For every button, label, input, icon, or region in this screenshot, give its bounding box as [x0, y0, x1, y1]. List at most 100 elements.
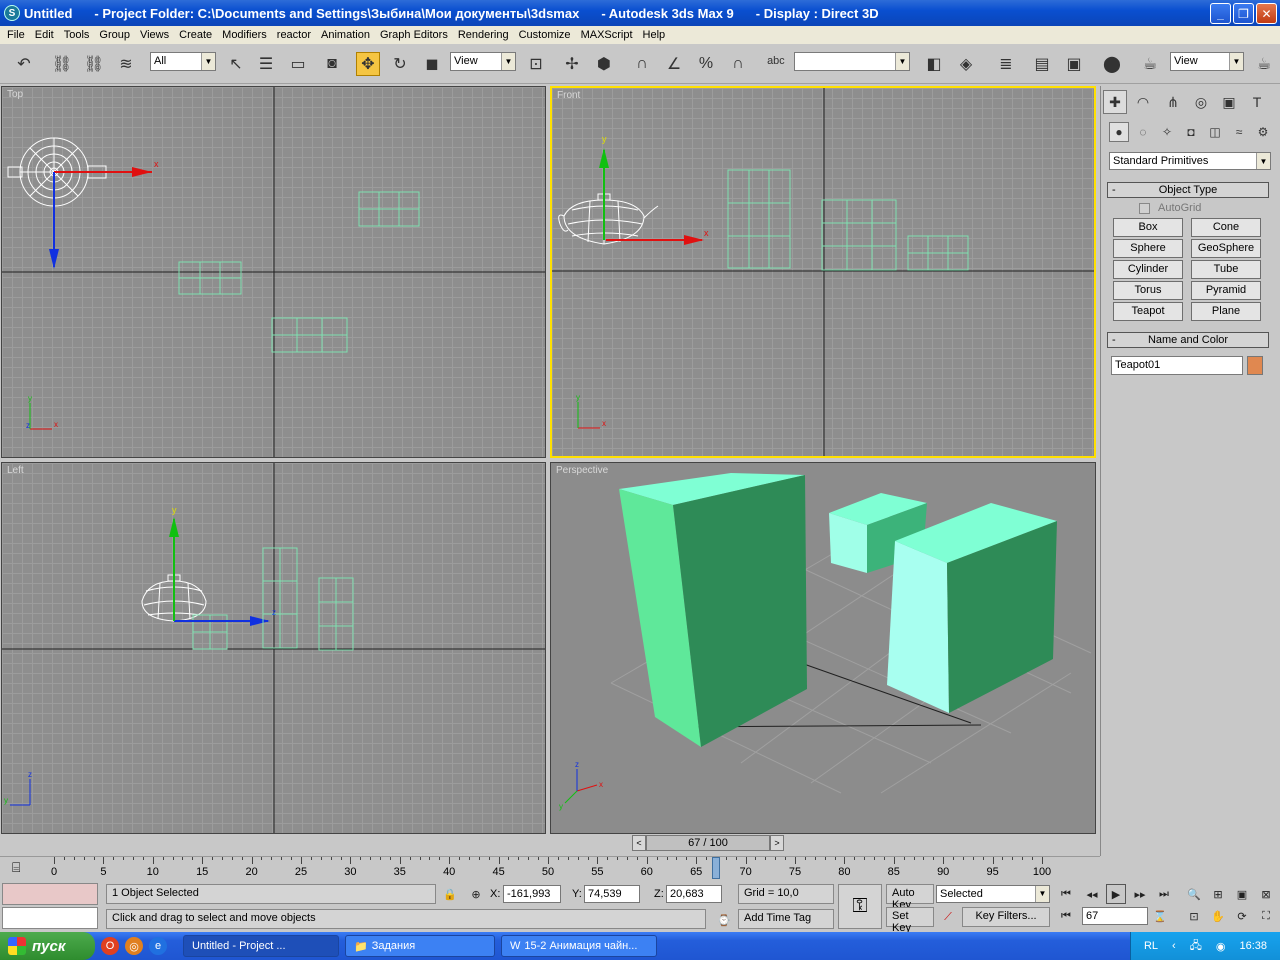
- tube-button[interactable]: Tube: [1191, 260, 1261, 279]
- minimize-button[interactable]: _: [1210, 3, 1231, 24]
- key-filters-button[interactable]: Key Filters...: [962, 907, 1050, 927]
- current-frame-field[interactable]: 67: [1082, 907, 1148, 925]
- helpers-icon[interactable]: ◫: [1205, 122, 1225, 142]
- viewport-left[interactable]: Left y z z y: [1, 462, 546, 834]
- arc-rotate-icon[interactable]: ⟳: [1232, 906, 1252, 926]
- select-by-name-icon[interactable]: ☰: [254, 52, 278, 76]
- menu-reactor[interactable]: reactor: [272, 29, 316, 41]
- menu-maxscript[interactable]: MAXScript: [576, 29, 638, 41]
- task-zadaniya[interactable]: 📁 Задания: [345, 935, 495, 957]
- autogrid-checkbox[interactable]: AutoGrid: [1139, 202, 1201, 214]
- spinner-snap-icon[interactable]: ∩: [726, 52, 750, 76]
- track-bar[interactable]: ⌸ 0 5 10 15 20 25 30 35 40 45 50 55 60 65 70 75 80 85 90 95…: [0, 856, 1100, 882]
- viewport-front[interactable]: Front x y x y: [550, 86, 1096, 458]
- undo-icon[interactable]: ↶: [12, 52, 36, 76]
- render-scene-icon[interactable]: ☕: [1138, 52, 1162, 76]
- create-tab-icon[interactable]: ✚: [1103, 90, 1127, 114]
- zoom-extents-icon[interactable]: ▣: [1232, 884, 1252, 904]
- pan-view-icon[interactable]: ✋: [1208, 906, 1228, 926]
- zoom-extents-all-icon[interactable]: ⊠: [1256, 884, 1276, 904]
- mirror-icon[interactable]: ◧: [922, 52, 946, 76]
- z-coordinate-field[interactable]: 20,683: [666, 885, 722, 903]
- menu-rendering[interactable]: Rendering: [453, 29, 514, 41]
- unlink-icon[interactable]: ⛓: [82, 52, 106, 76]
- key-tangent-icon[interactable]: ⟋: [938, 907, 958, 927]
- time-slider-prev-button[interactable]: <: [632, 835, 646, 851]
- selection-lock-icon[interactable]: 🔒: [440, 884, 460, 904]
- material-editor-icon[interactable]: ⬤: [1100, 52, 1124, 76]
- modify-tab-icon[interactable]: ◠: [1131, 90, 1155, 114]
- restore-button[interactable]: ❐: [1233, 3, 1254, 24]
- 3dsmax-app-icon[interactable]: S: [4, 5, 20, 21]
- task-3dsmax[interactable]: Untitled - Project ...: [183, 935, 339, 957]
- snaps-toggle-icon[interactable]: ∩: [630, 52, 654, 76]
- mini-curve-editor-icon[interactable]: ⌸: [12, 859, 20, 876]
- network-icon[interactable]: 🖧: [1190, 937, 1202, 956]
- menu-modifiers[interactable]: Modifiers: [217, 29, 272, 41]
- select-and-move-icon[interactable]: ✥: [356, 52, 380, 76]
- add-time-tag-button[interactable]: Add Time Tag: [738, 909, 834, 929]
- hierarchy-tab-icon[interactable]: ⋔: [1161, 90, 1185, 114]
- keyboard-shortcut-override-icon[interactable]: ⬢: [592, 52, 616, 76]
- menu-create[interactable]: Create: [174, 29, 217, 41]
- time-slider-frame-label[interactable]: 67 / 100: [646, 835, 770, 851]
- tray-arrow-icon[interactable]: ‹: [1172, 940, 1176, 952]
- region-zoom-icon[interactable]: ⊡: [1184, 906, 1204, 926]
- set-key-button[interactable]: Set Key: [886, 907, 934, 934]
- percent-snap-icon[interactable]: %: [694, 52, 718, 76]
- menu-animation[interactable]: Animation: [316, 29, 375, 41]
- torus-button[interactable]: Torus: [1113, 281, 1183, 300]
- menu-edit[interactable]: Edit: [30, 29, 59, 41]
- time-configuration-icon[interactable]: ⌛: [1150, 906, 1170, 926]
- menu-views[interactable]: Views: [135, 29, 174, 41]
- zoom-icon[interactable]: 🔍: [1184, 884, 1204, 904]
- zoom-all-icon[interactable]: ⊞: [1208, 884, 1228, 904]
- key-mode-dropdown[interactable]: Selected ▼: [936, 885, 1050, 903]
- go-to-start-icon[interactable]: ⏮: [1056, 884, 1076, 904]
- time-slider-next-button[interactable]: >: [770, 835, 784, 851]
- maximize-viewport-icon[interactable]: ⛶: [1256, 906, 1276, 926]
- schematic-view-icon[interactable]: ▣: [1062, 52, 1086, 76]
- shapes-icon[interactable]: ◌: [1133, 122, 1153, 142]
- y-coordinate-field[interactable]: 74,539: [584, 885, 640, 903]
- menu-customize[interactable]: Customize: [514, 29, 576, 41]
- auto-key-button[interactable]: Auto Key: [886, 884, 934, 911]
- space-warps-icon[interactable]: ≈: [1229, 122, 1249, 142]
- object-type-rollout[interactable]: - Object Type: [1107, 182, 1269, 198]
- rectangular-selection-icon[interactable]: ▭: [286, 52, 310, 76]
- align-icon[interactable]: ◈: [954, 52, 978, 76]
- close-button[interactable]: ✕: [1256, 3, 1277, 24]
- named-selection-dropdown[interactable]: ▼: [794, 52, 910, 71]
- select-and-rotate-icon[interactable]: ↻: [388, 52, 412, 76]
- name-and-color-rollout[interactable]: - Name and Color: [1107, 332, 1269, 348]
- window-crossing-icon[interactable]: ◙: [320, 52, 344, 76]
- opera-icon[interactable]: O: [101, 937, 119, 955]
- language-indicator[interactable]: RL: [1144, 940, 1158, 952]
- cylinder-button[interactable]: Cylinder: [1113, 260, 1183, 279]
- select-and-link-icon[interactable]: ⛓: [50, 52, 74, 76]
- geosphere-button[interactable]: GeoSphere: [1191, 239, 1261, 258]
- go-to-end-icon[interactable]: ⏭: [1154, 884, 1174, 904]
- play-icon[interactable]: ▶: [1106, 884, 1126, 904]
- select-manipulate-icon[interactable]: ✢: [560, 52, 584, 76]
- time-slider[interactable]: < 67 / 100 >: [0, 834, 1100, 856]
- motion-tab-icon[interactable]: ◎: [1189, 90, 1213, 114]
- quick-render-icon[interactable]: ☕: [1252, 52, 1276, 76]
- geometry-icon[interactable]: ●: [1109, 122, 1129, 142]
- selection-filter-dropdown[interactable]: All ▼: [150, 52, 216, 71]
- start-button[interactable]: пуск: [0, 932, 95, 960]
- lights-icon[interactable]: ✧: [1157, 122, 1177, 142]
- task-word-doc[interactable]: W 15-2 Анимация чайн...: [501, 935, 657, 957]
- previous-frame-icon[interactable]: ◂◂: [1082, 884, 1102, 904]
- display-tab-icon[interactable]: ▣: [1217, 90, 1241, 114]
- object-color-swatch[interactable]: [1247, 356, 1263, 375]
- primitive-category-dropdown[interactable]: Standard Primitives ▼: [1109, 152, 1271, 170]
- edit-named-selection-icon[interactable]: ᵃᵇᶜ: [764, 52, 788, 76]
- bind-space-warp-icon[interactable]: ≋: [114, 52, 138, 76]
- maxscript-listener-white[interactable]: [2, 907, 98, 929]
- set-key-big-icon[interactable]: ⚿: [838, 884, 882, 929]
- x-coordinate-field[interactable]: -161,993: [503, 885, 561, 903]
- viewport-perspective[interactable]: Perspective x z y: [550, 462, 1096, 834]
- menu-help[interactable]: Help: [638, 29, 671, 41]
- antivirus-icon[interactable]: ◉: [1216, 940, 1226, 953]
